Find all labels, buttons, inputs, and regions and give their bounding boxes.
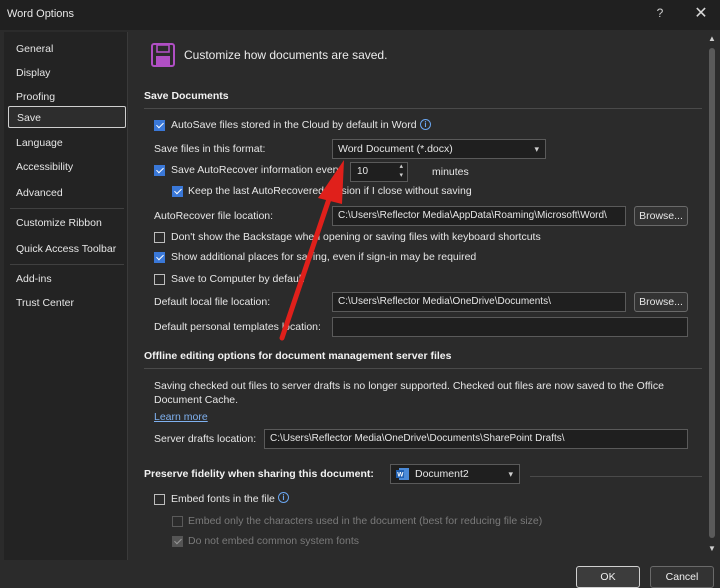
title-bar: Word Options ? ✕ bbox=[0, 0, 720, 30]
scroll-thumb[interactable] bbox=[709, 48, 715, 538]
sidebar-item-advanced[interactable]: Advanced bbox=[8, 182, 126, 204]
offline-info-line2: Document Cache. bbox=[154, 394, 239, 406]
default-local-label: Default local file location: bbox=[154, 296, 271, 308]
sidebar-item-customize-ribbon[interactable]: Customize Ribbon bbox=[8, 212, 126, 234]
ok-button[interactable]: OK bbox=[576, 566, 640, 588]
window-title: Word Options bbox=[7, 8, 75, 20]
keep-last-autorecovered-checkbox[interactable] bbox=[172, 186, 183, 197]
scroll-down-icon[interactable]: ▼ bbox=[706, 544, 718, 553]
section-divider bbox=[144, 368, 702, 369]
close-icon[interactable]: ✕ bbox=[690, 3, 712, 25]
sidebar: General Display Proofing Save Language A… bbox=[4, 32, 128, 560]
svg-text:W: W bbox=[397, 472, 404, 479]
personal-templates-field[interactable] bbox=[332, 317, 688, 337]
backstage-checkbox[interactable] bbox=[154, 232, 165, 243]
server-drafts-label: Server drafts location: bbox=[154, 433, 257, 445]
autosave-label: AutoSave files stored in the Cloud by de… bbox=[171, 119, 417, 131]
save-options-panel: Customize how documents are saved. Save … bbox=[130, 32, 716, 562]
save-to-computer-label: Save to Computer by default bbox=[171, 273, 305, 285]
keep-last-autorecovered-label: Keep the last AutoRecovered version if I… bbox=[188, 185, 472, 197]
sidebar-item-language[interactable]: Language bbox=[8, 132, 126, 154]
minutes-label: minutes bbox=[432, 166, 469, 178]
autorecover-location-label: AutoRecover file location: bbox=[154, 210, 274, 222]
do-not-embed-system-fonts-checkbox[interactable] bbox=[172, 536, 183, 547]
embed-fonts-label: Embed fonts in the file bbox=[171, 493, 275, 505]
browse-default-local-button[interactable]: Browse... bbox=[634, 292, 688, 312]
embed-fonts-checkbox[interactable] bbox=[154, 494, 165, 505]
save-icon bbox=[151, 43, 175, 67]
sidebar-divider bbox=[10, 208, 124, 209]
sidebar-item-proofing[interactable]: Proofing bbox=[8, 86, 126, 108]
default-local-field[interactable]: C:\Users\Reflector Media\OneDrive\Docume… bbox=[332, 292, 626, 312]
section-title-fidelity: Preserve fidelity when sharing this docu… bbox=[144, 468, 374, 480]
fidelity-document-select[interactable]: W Document2 ▾ bbox=[390, 464, 520, 484]
autorecover-location-field[interactable]: C:\Users\Reflector Media\AppData\Roaming… bbox=[332, 206, 626, 226]
stepper-arrows-icon[interactable]: ▴ ▾ bbox=[399, 163, 403, 180]
cancel-button[interactable]: Cancel bbox=[650, 566, 714, 588]
autorecover-checkbox[interactable] bbox=[154, 165, 165, 176]
personal-templates-label: Default personal templates location: bbox=[154, 321, 321, 333]
sidebar-divider bbox=[10, 264, 124, 265]
fidelity-document-value: Document2 bbox=[415, 468, 469, 480]
section-divider bbox=[530, 476, 702, 477]
sidebar-item-add-ins[interactable]: Add-ins bbox=[8, 268, 126, 290]
sidebar-item-display[interactable]: Display bbox=[8, 62, 126, 84]
sidebar-item-accessibility[interactable]: Accessibility bbox=[8, 156, 126, 178]
chevron-down-icon: ▾ bbox=[534, 144, 539, 154]
section-title-save-documents: Save Documents bbox=[144, 90, 229, 102]
backstage-label: Don't show the Backstage when opening or… bbox=[171, 231, 541, 243]
browse-autorecover-button[interactable]: Browse... bbox=[634, 206, 688, 226]
autorecover-label: Save AutoRecover information every bbox=[171, 164, 342, 176]
sidebar-item-save[interactable]: Save bbox=[8, 106, 126, 128]
scroll-up-icon[interactable]: ▲ bbox=[706, 34, 718, 43]
embed-only-used-label: Embed only the characters used in the do… bbox=[188, 515, 543, 527]
autorecover-minutes-value: 10 bbox=[357, 166, 369, 177]
save-to-computer-checkbox[interactable] bbox=[154, 274, 165, 285]
format-label: Save files in this format: bbox=[154, 143, 266, 155]
learn-more-link[interactable]: Learn more bbox=[154, 411, 208, 423]
info-icon[interactable]: i bbox=[278, 492, 289, 503]
format-select[interactable]: Word Document (*.docx) ▾ bbox=[332, 139, 546, 159]
autosave-checkbox[interactable] bbox=[154, 120, 165, 131]
scrollbar[interactable]: ▲ ▼ bbox=[706, 34, 718, 560]
page-title: Customize how documents are saved. bbox=[184, 48, 388, 62]
section-title-offline-editing: Offline editing options for document man… bbox=[144, 350, 452, 362]
sidebar-item-general[interactable]: General bbox=[8, 38, 126, 60]
sidebar-item-quick-access-toolbar[interactable]: Quick Access Toolbar bbox=[8, 238, 126, 260]
offline-info-line1: Saving checked out files to server draft… bbox=[154, 380, 664, 392]
section-divider bbox=[144, 108, 702, 109]
additional-places-checkbox[interactable] bbox=[154, 252, 165, 263]
word-document-icon: W bbox=[396, 468, 409, 480]
sidebar-item-trust-center[interactable]: Trust Center bbox=[8, 292, 126, 314]
server-drafts-field[interactable]: C:\Users\Reflector Media\OneDrive\Docume… bbox=[264, 429, 688, 449]
autorecover-minutes-stepper[interactable]: 10 ▴ ▾ bbox=[350, 162, 408, 182]
info-icon[interactable]: i bbox=[420, 119, 431, 130]
additional-places-label: Show additional places for saving, even … bbox=[171, 251, 477, 263]
chevron-down-icon: ▾ bbox=[508, 469, 513, 479]
embed-only-used-checkbox[interactable] bbox=[172, 516, 183, 527]
do-not-embed-system-fonts-label: Do not embed common system fonts bbox=[188, 535, 359, 547]
help-icon[interactable]: ? bbox=[652, 6, 668, 24]
format-select-value: Word Document (*.docx) bbox=[338, 143, 453, 155]
